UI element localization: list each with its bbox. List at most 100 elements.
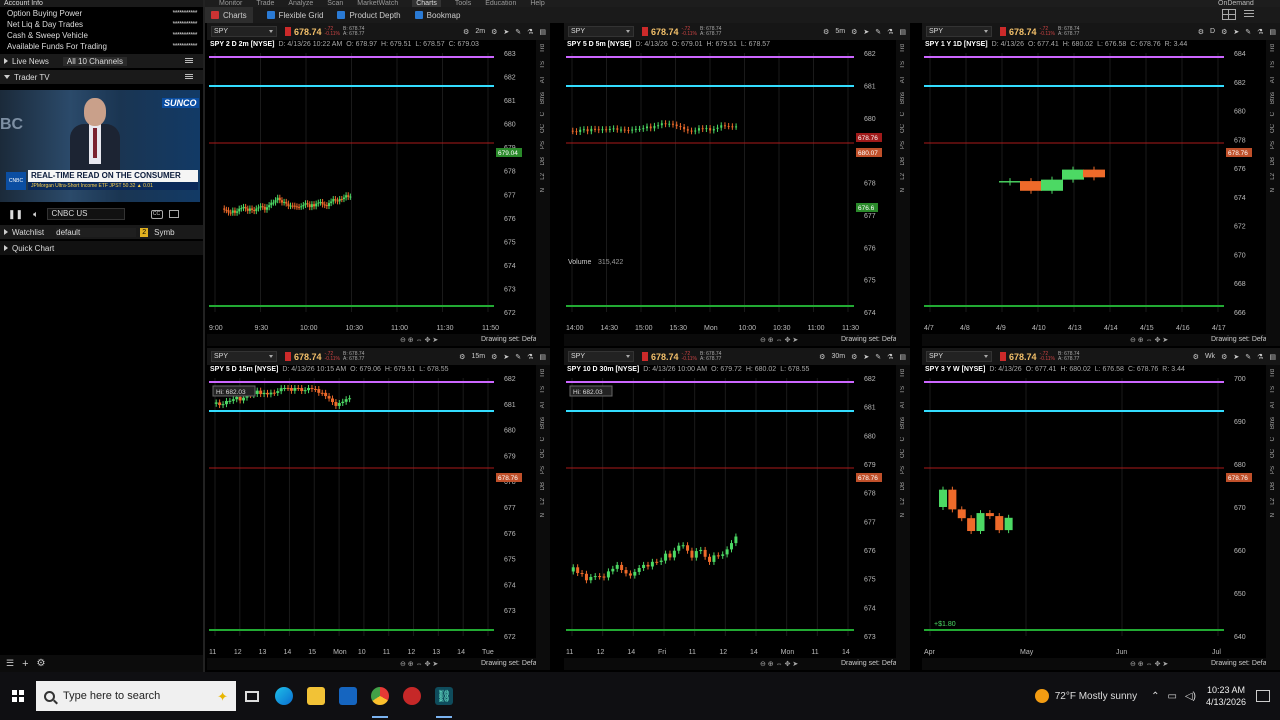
nav-scan[interactable]: Scan (327, 0, 343, 7)
trader-tv-video[interactable]: BC SUNCO CNBC REAL-TIME READ ON THE CONS… (0, 90, 200, 202)
tab-flexible-grid[interactable]: Flexible Grid (266, 7, 323, 23)
sidebar-tab-btns[interactable]: Btns (540, 417, 546, 429)
menu-icon[interactable] (185, 74, 193, 75)
chart-style-icon[interactable]: ▤ (539, 28, 546, 36)
drawing-set-label[interactable]: Drawing set: Default (481, 660, 544, 667)
menu-icon[interactable] (185, 58, 193, 59)
nav-education[interactable]: Education (485, 0, 516, 7)
sidebar-tab-l2[interactable]: L2 (900, 173, 906, 180)
quick-chart-header[interactable]: Quick Chart (0, 241, 203, 255)
nav-analyze[interactable]: Analyze (288, 0, 313, 7)
channel-select[interactable]: CNBC US (46, 208, 125, 220)
volume-icon[interactable]: ◁) (1185, 691, 1196, 702)
nav-monitor[interactable]: Monitor (219, 0, 242, 7)
chart-style-icon[interactable]: ▤ (539, 353, 546, 361)
thinkorswim-icon[interactable]: ⛓ (428, 672, 460, 720)
sidebar-tab-trd[interactable]: Trd (540, 44, 546, 53)
sidebar-tab-btns[interactable]: Btns (900, 417, 906, 429)
live-news-header[interactable]: Live News All 10 Channels (0, 54, 203, 68)
sidebar-tab-ps[interactable]: PS (1270, 141, 1276, 149)
sidebar-tab-db[interactable]: DB (900, 482, 906, 490)
sidebar-tab-at[interactable]: AT (540, 401, 546, 408)
chart-style-icon[interactable]: ▤ (1269, 28, 1276, 36)
sidebar-tab-trd[interactable]: Trd (540, 369, 546, 378)
chart-panel-6[interactable]: SPY 678.74 -.72 -0.11% B: 678.74 A: 678.77… (922, 348, 1280, 670)
watchlist-select[interactable]: default (56, 227, 137, 237)
sidebar-tab-oc[interactable]: OC (900, 124, 906, 133)
nav-marketwatch[interactable]: MarketWatch (357, 0, 398, 7)
sidebar-tab-c[interactable]: C (1270, 112, 1276, 116)
sidebar-tab-c[interactable]: C (1270, 437, 1276, 441)
sidebar-tab-n[interactable]: N (900, 513, 906, 517)
tab-product-depth[interactable]: Product Depth (337, 7, 401, 23)
tab-bookmap[interactable]: Bookmap (414, 7, 460, 23)
zoom-controls[interactable]: ⊖ ⊕ ⇔ ✥ ➤ (1130, 336, 1168, 344)
sidebar-tab-c[interactable]: C (540, 437, 546, 441)
layout-grid-icon[interactable] (1222, 9, 1236, 20)
nav-help[interactable]: Help (530, 0, 544, 7)
sidebar-tab-db[interactable]: DB (540, 482, 546, 490)
sidebar-tab-c[interactable]: C (900, 112, 906, 116)
nav-tools[interactable]: Tools (455, 0, 471, 7)
account-info-header[interactable]: Account Info (0, 0, 203, 7)
sidebar-tab-ts[interactable]: TS (900, 61, 906, 69)
sidebar-tab-n[interactable]: N (540, 188, 546, 192)
sidebar-tab-at[interactable]: AT (1270, 76, 1276, 83)
chart-panel-5[interactable]: SPY 678.74 -.72 -0.11% B: 678.74 A: 678.77… (564, 348, 910, 670)
sidebar-tab-l2[interactable]: L2 (540, 498, 546, 505)
drawing-set-label[interactable]: Drawing set: Default (841, 660, 904, 667)
chart-style-icon[interactable]: ▤ (899, 28, 906, 36)
clock[interactable]: 10:23 AM 4/13/2026 (1206, 684, 1246, 708)
watchlist-column-header[interactable]: Symb (154, 228, 174, 237)
trader-tv-header[interactable]: Trader TV (0, 70, 203, 84)
sidebar-tab-at[interactable]: AT (900, 401, 906, 408)
sidebar-tab-trd[interactable]: Trd (900, 44, 906, 53)
chart-panel-2[interactable]: SPY 678.74 -.72 -0.11% B: 678.74 A: 678.77… (564, 23, 910, 346)
zoom-controls[interactable]: ⊖ ⊕ ⇔ ✥ ➤ (400, 336, 438, 344)
sidebar-tab-trd[interactable]: Trd (1270, 44, 1276, 53)
zoom-controls[interactable]: ⊖ ⊕ ⇔ ✥ ➤ (400, 660, 438, 668)
watchlist-link-badge[interactable]: 2 (140, 227, 149, 237)
sidebar-tab-db[interactable]: DB (1270, 482, 1276, 490)
zoom-controls[interactable]: ⊖ ⊕ ⇔ ✥ ➤ (1130, 660, 1168, 668)
task-view-icon[interactable] (236, 672, 268, 720)
chart-panel-4[interactable]: SPY 678.74 -.72 -0.11% B: 678.74 A: 678.77… (207, 348, 550, 670)
sidebar-tab-btns[interactable]: Btns (540, 92, 546, 104)
notification-icon[interactable] (1256, 690, 1270, 702)
sidebar-tab-l2[interactable]: L2 (900, 498, 906, 505)
sidebar-tab-trd[interactable]: Trd (1270, 369, 1276, 378)
sidebar-tab-ts[interactable]: TS (1270, 61, 1276, 69)
chart-style-icon[interactable]: ▤ (1269, 353, 1276, 361)
chrome-icon[interactable] (364, 672, 396, 720)
sidebar-tab-ts[interactable]: TS (540, 61, 546, 69)
sidebar-tab-l2[interactable]: L2 (1270, 498, 1276, 505)
sidebar-tab-trd[interactable]: Trd (900, 369, 906, 378)
nav-trade[interactable]: Trade (256, 0, 274, 7)
panel-divider[interactable] (203, 0, 205, 672)
gadget-menu-icon[interactable]: ☰ (6, 658, 14, 669)
sidebar-tab-db[interactable]: DB (1270, 157, 1276, 165)
file-explorer-icon[interactable] (300, 672, 332, 720)
sidebar-tab-oc[interactable]: OC (540, 124, 546, 133)
chart-panel-1[interactable]: SPY 678.74 -.72 -0.11% B: 678.74 A: 678.77… (207, 23, 550, 346)
sidebar-tab-at[interactable]: AT (540, 76, 546, 83)
sidebar-tab-ts[interactable]: TS (1270, 386, 1276, 394)
ondemand-button[interactable]: OnDemand (1218, 0, 1254, 7)
sidebar-tab-ps[interactable]: PS (540, 466, 546, 474)
store-icon[interactable] (332, 672, 364, 720)
app-icon[interactable] (396, 672, 428, 720)
edge-browser-icon[interactable] (268, 672, 300, 720)
sidebar-tab-n[interactable]: N (900, 188, 906, 192)
tab-charts[interactable]: Charts (205, 7, 253, 23)
sidebar-tab-c[interactable]: C (540, 112, 546, 116)
sidebar-tab-db[interactable]: DB (900, 157, 906, 165)
menu-icon[interactable] (1244, 10, 1254, 11)
sidebar-tab-ps[interactable]: PS (540, 141, 546, 149)
network-icon[interactable]: ▭ (1167, 691, 1176, 702)
sidebar-tab-ps[interactable]: PS (900, 466, 906, 474)
zoom-controls[interactable]: ⊖ ⊕ ⇔ ✥ ➤ (760, 660, 798, 668)
sidebar-tab-c[interactable]: C (900, 437, 906, 441)
sidebar-tab-l2[interactable]: L2 (1270, 173, 1276, 180)
popout-icon[interactable] (168, 210, 179, 218)
volume-icon[interactable]: 🔈︎ (33, 209, 38, 220)
